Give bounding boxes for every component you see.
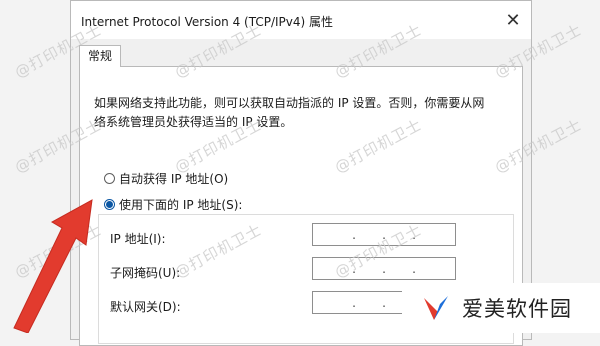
ip-dot: . bbox=[352, 227, 356, 242]
subnet-mask-input[interactable]: ... bbox=[312, 257, 456, 280]
subnet-mask-label: 子网掩码(U): bbox=[110, 266, 181, 280]
title-bar: Internet Protocol Version 4 (TCP/IPv4) 属… bbox=[71, 1, 531, 39]
subnet-mask-dots: ... bbox=[339, 262, 429, 276]
ip-address-dots: ... bbox=[339, 228, 429, 242]
ip-address-input[interactable]: ... bbox=[312, 223, 456, 246]
brand-logo-icon bbox=[424, 296, 448, 320]
description-line-2: 络系统管理员处获得适当的 IP 设置。 bbox=[94, 115, 293, 129]
brand-name: 爱美软件园 bbox=[462, 297, 572, 321]
dialog-title: Internet Protocol Version 4 (TCP/IPv4) 属… bbox=[81, 15, 334, 29]
manual-ip-radio[interactable] bbox=[104, 199, 115, 210]
auto-ip-label: 自动获得 IP 地址(O) bbox=[119, 172, 229, 186]
ip-dot: . bbox=[412, 227, 416, 242]
description-text: 如果网络支持此功能，则可以获取自动指派的 IP 设置。否则，你需要从网 络系统管… bbox=[94, 94, 504, 132]
manual-ip-option[interactable]: 使用下面的 IP 地址(S): bbox=[104, 196, 247, 213]
ip-dot: . bbox=[382, 295, 386, 310]
ip-dot: . bbox=[352, 261, 356, 276]
default-gateway-label: 默认网关(D): bbox=[110, 300, 181, 314]
auto-ip-radio[interactable] bbox=[104, 173, 115, 184]
ip-dot: . bbox=[412, 261, 416, 276]
ip-dot: . bbox=[382, 227, 386, 242]
brand-logo: 爱美软件园 bbox=[402, 283, 600, 333]
ip-dot: . bbox=[382, 261, 386, 276]
close-icon[interactable]: ✕ bbox=[501, 9, 525, 33]
auto-ip-option[interactable]: 自动获得 IP 地址(O) bbox=[104, 170, 228, 187]
manual-ip-label: 使用下面的 IP 地址(S): bbox=[119, 198, 243, 212]
tab-general[interactable]: 常规 bbox=[79, 45, 121, 67]
ip-dot: . bbox=[352, 295, 356, 310]
description-line-1: 如果网络支持此功能，则可以获取自动指派的 IP 设置。否则，你需要从网 bbox=[94, 96, 485, 110]
ip-address-label: IP 地址(I): bbox=[110, 232, 166, 246]
